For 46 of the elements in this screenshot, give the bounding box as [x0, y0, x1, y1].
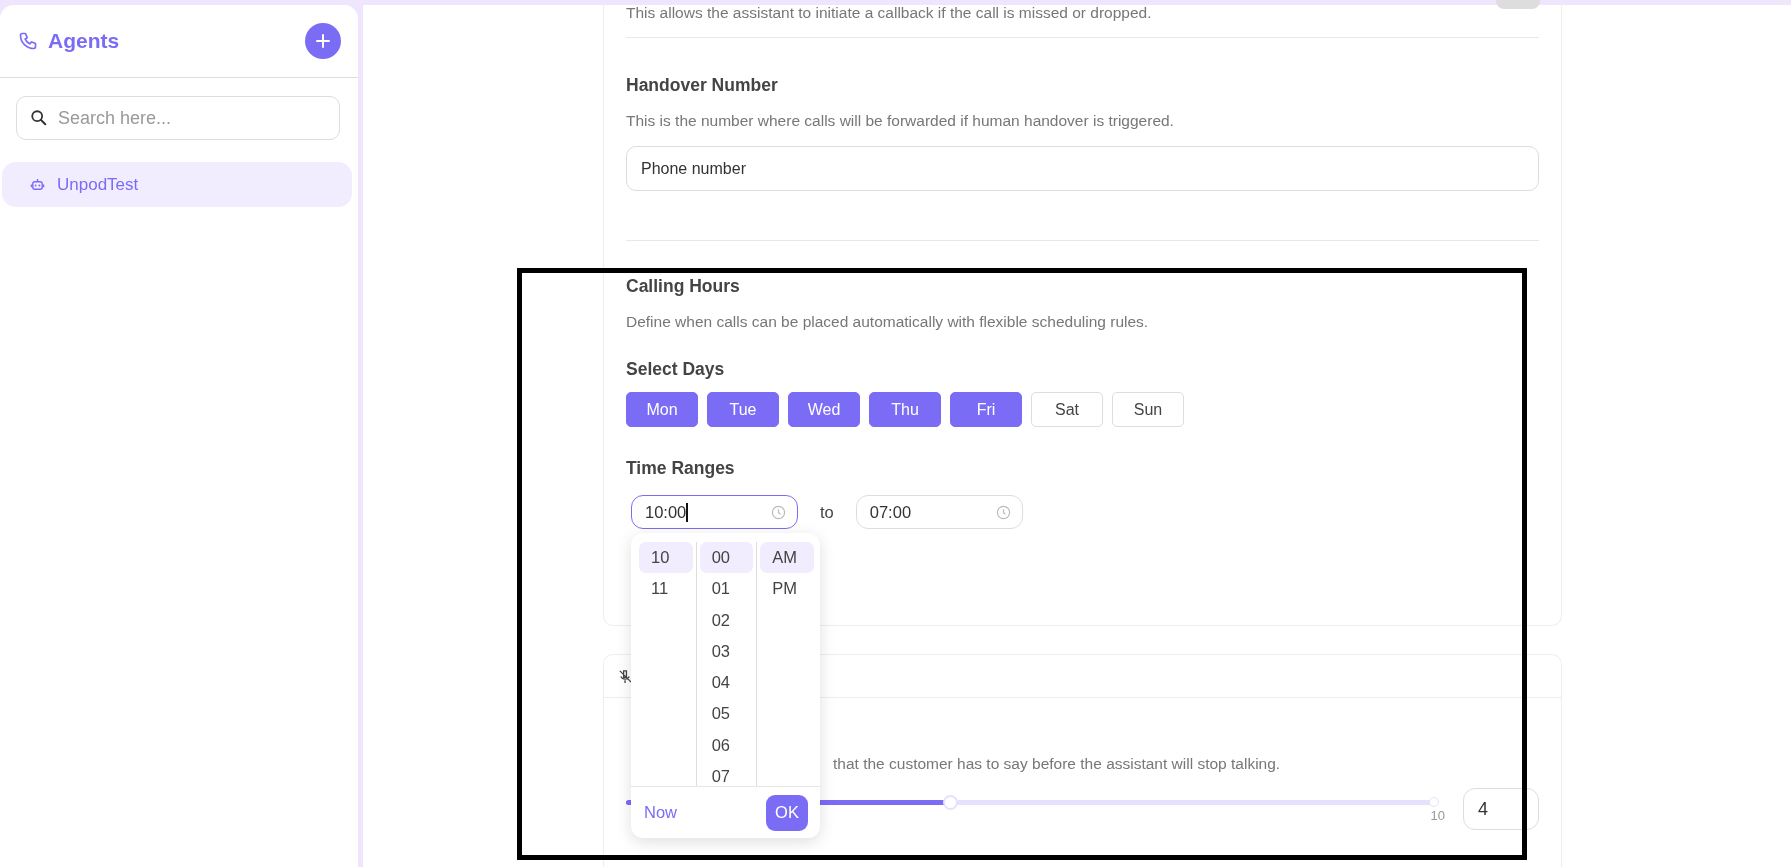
minute-option[interactable]: 06	[699, 729, 754, 762]
select-days-label: Select Days	[626, 358, 726, 380]
minute-option[interactable]: 03	[699, 635, 754, 668]
phone-icon	[18, 31, 38, 51]
clock-icon	[771, 504, 786, 520]
mic-off-icon	[618, 668, 633, 684]
slider-handle[interactable]	[942, 795, 958, 810]
hour-option[interactable]: 10	[639, 542, 693, 574]
minute-option[interactable]: 01	[699, 573, 754, 605]
period-option[interactable]: AM	[760, 542, 814, 574]
day-toggle[interactable]: Fri	[950, 392, 1022, 427]
period-option[interactable]: PM	[760, 573, 814, 605]
callback-description: This allows the assistant to initiate a callback if the call is missed or dropped.	[626, 3, 1152, 23]
minute-option[interactable]: 05	[699, 698, 754, 730]
ok-button[interactable]: OK	[766, 794, 808, 831]
now-link[interactable]: Now	[644, 803, 677, 822]
day-toggle[interactable]: Tue	[707, 392, 779, 427]
time-ranges-label: Time Ranges	[626, 457, 736, 479]
robot-icon	[30, 177, 45, 192]
minute-option[interactable]: 00	[699, 542, 754, 574]
sidebar-title: Agents	[48, 29, 121, 53]
interruption-description: that the customer has to say before the assistant will stop talking.	[833, 754, 1281, 774]
start-time-field[interactable]: 10:00	[631, 495, 798, 529]
handover-description: This is the number where calls will be forwarded if human handover is triggered.	[626, 111, 1175, 131]
day-toggle[interactable]: Sun	[1112, 392, 1184, 427]
minute-option[interactable]: 02	[699, 604, 754, 636]
clock-icon	[995, 504, 1011, 520]
end-time-field[interactable]: 07:00	[855, 495, 1023, 529]
plus-icon	[316, 34, 330, 48]
number-field[interactable]: 4	[1463, 788, 1539, 830]
day-toggle[interactable]: Sat	[1031, 392, 1103, 427]
calling-hours-description: Define when calls can be placed automatically with flexible scheduling rules.	[626, 312, 1150, 332]
day-toggle[interactable]: Wed	[788, 392, 860, 427]
add-button[interactable]	[305, 23, 341, 59]
phone-number-field[interactable]: Phone number	[626, 146, 1539, 191]
hour-option[interactable]: 11	[639, 573, 693, 605]
minute-option[interactable]: 07	[699, 761, 754, 786]
calling-hours-title: Calling Hours	[626, 275, 741, 297]
search-icon	[30, 109, 48, 127]
to-label: to	[820, 502, 834, 522]
day-toggle[interactable]: Mon	[626, 392, 698, 427]
max-label: 10	[1430, 808, 1445, 823]
handover-title: Handover Number	[626, 74, 779, 96]
search-field[interactable]: Search here...	[16, 96, 340, 140]
day-toggle[interactable]: Thu	[869, 392, 941, 427]
minute-option[interactable]: 04	[699, 667, 754, 699]
